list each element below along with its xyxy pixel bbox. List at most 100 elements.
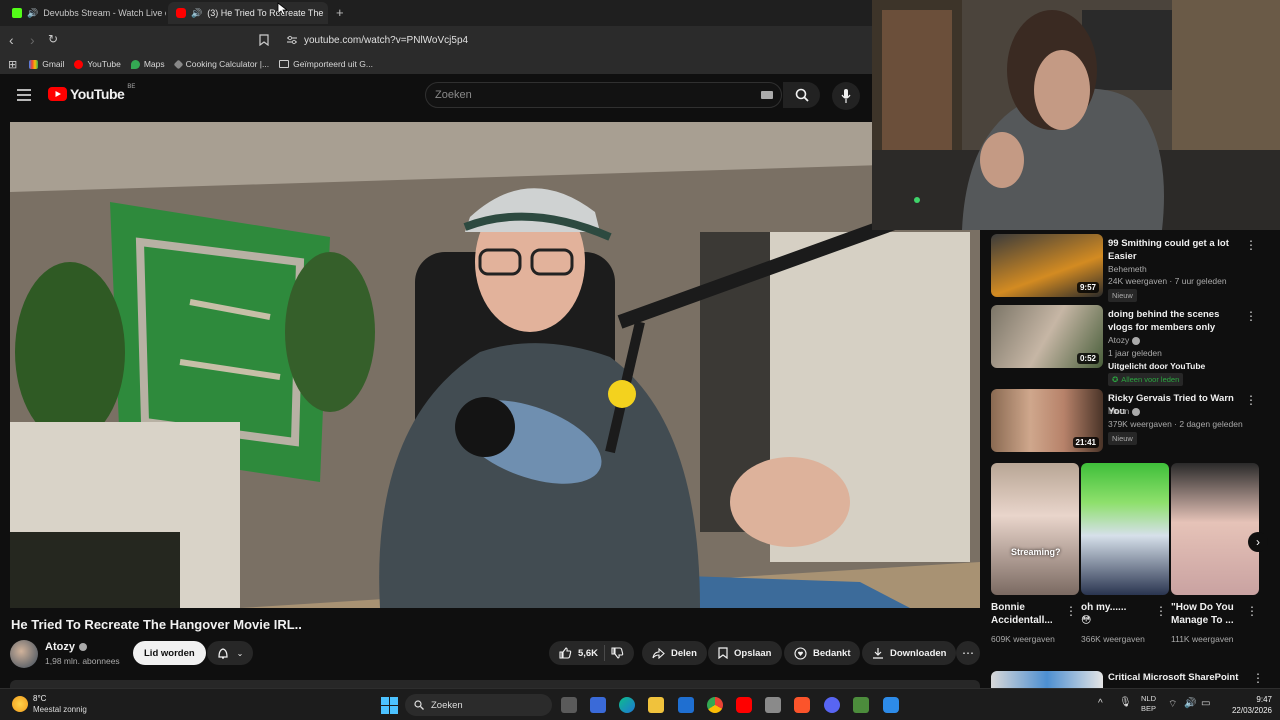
subscriber-count: 1,98 mln. abonnees [45, 656, 120, 666]
like-count[interactable]: 5,6K [578, 648, 598, 659]
bookmark-icon[interactable] [259, 34, 269, 46]
recommendation-item[interactable]: 0:52 doing behind the scenes vlogs for m… [991, 305, 1271, 386]
verified-icon [1131, 407, 1140, 416]
discord-icon[interactable] [824, 697, 840, 713]
description-box[interactable] [10, 680, 980, 688]
more-options-icon[interactable]: ⋮ [1245, 238, 1257, 252]
more-options-icon[interactable]: ⋮ [1155, 604, 1167, 618]
address-bar[interactable]: youtube.com/watch?v=PNlWoVcj5p4 [278, 30, 872, 50]
hamburger-menu-icon[interactable] [17, 89, 31, 101]
folder-icon [279, 60, 290, 68]
game-app-icon[interactable] [853, 697, 869, 713]
thumbs-down-icon[interactable] [611, 647, 624, 659]
language-indicator[interactable]: NLD BEP [1141, 694, 1156, 714]
recommendation-title[interactable]: Critical Microsoft SharePoint [1108, 672, 1238, 683]
featured-label: Uitgelicht door YouTube [1108, 361, 1206, 371]
notification-bell-button[interactable]: ⌄ [207, 641, 253, 665]
youtube-header: YouTube BE Zoeken [0, 74, 872, 118]
calculator-icon[interactable] [765, 697, 781, 713]
voice-search-button[interactable] [832, 82, 860, 110]
youtube-logo[interactable]: YouTube BE [48, 84, 135, 102]
video-meta: 1 jaar geleden [1108, 348, 1162, 358]
recommendation-item[interactable]: 9:57 99 Smithing could get a lot Easier … [991, 234, 1271, 302]
short-title[interactable]: "How Do You Manage To ... [1171, 601, 1241, 627]
more-options-icon[interactable]: ⋮ [1245, 393, 1257, 407]
tray-mic-icon[interactable]: 🎙 [1119, 697, 1132, 708]
video-player[interactable] [10, 122, 980, 608]
tray-chevron-up-icon[interactable]: ^ [1098, 698, 1103, 709]
back-icon[interactable]: ‹ [9, 32, 14, 48]
brave-icon[interactable] [794, 697, 810, 713]
save-playlist-icon [718, 647, 728, 659]
bookmark-maps[interactable]: Maps [130, 59, 165, 69]
keyboard-icon[interactable] [761, 91, 773, 99]
battery-icon[interactable]: ▭ [1201, 698, 1210, 709]
weather-text[interactable]: Meestal zonnig [33, 705, 87, 714]
store-icon[interactable] [590, 697, 606, 713]
more-options-icon[interactable]: ⋮ [1252, 671, 1264, 685]
search-input[interactable]: Zoeken [425, 82, 782, 108]
channel-name[interactable]: Atozy [45, 641, 87, 653]
search-icon [795, 88, 809, 102]
thanks-button[interactable]: Bedankt [784, 641, 861, 665]
more-actions-icon[interactable]: ⋯ [956, 641, 980, 665]
weather-sun-icon[interactable] [12, 696, 28, 712]
youtube-app-icon[interactable] [736, 697, 752, 713]
download-button[interactable]: Downloaden [862, 641, 957, 665]
chrome-icon[interactable] [707, 697, 723, 713]
edge-icon[interactable] [619, 697, 635, 713]
gmail-icon [29, 59, 39, 69]
short-thumbnail[interactable] [1081, 463, 1169, 595]
recommendation-title[interactable]: doing behind the scenes vlogs for member… [1108, 309, 1246, 334]
channel-name[interactable]: Behemeth [1108, 264, 1147, 274]
apps-grid-icon[interactable]: ⊞ [8, 58, 17, 71]
more-options-icon[interactable]: ⋮ [1065, 604, 1077, 618]
recommendation-title[interactable]: 99 Smithing could get a lot Easier [1108, 238, 1246, 263]
video-thumbnail[interactable]: 21:41 [991, 389, 1103, 452]
save-button[interactable]: Opslaan [708, 641, 782, 665]
recommendation-item[interactable]: 21:41 Ricky Gervais Tried to Warn You Mo… [991, 389, 1271, 453]
outlook-icon[interactable] [678, 697, 694, 713]
file-explorer-icon[interactable] [648, 697, 664, 713]
search-icon [414, 700, 424, 710]
search-button[interactable] [783, 82, 820, 108]
new-badge: Nieuw [1108, 289, 1137, 302]
new-tab-button[interactable]: + [336, 5, 344, 20]
short-thumbnail[interactable]: Streaming? [991, 463, 1079, 595]
forward-icon[interactable]: › [30, 32, 35, 48]
channel-name[interactable]: Moon [1108, 406, 1140, 416]
more-options-icon[interactable]: ⋮ [1245, 309, 1257, 323]
browser-tab-youtube[interactable]: 🔊 (3) He Tried To Recreate The ✕ [168, 2, 328, 24]
join-button[interactable]: Lid worden [133, 641, 206, 665]
browser-tab-devubbs[interactable]: 🔊 Devubbs Stream - Watch Live on [4, 2, 166, 24]
task-view-icon[interactable] [561, 697, 577, 713]
thumbs-up-icon[interactable] [559, 647, 572, 659]
bookmark-folder-imported[interactable]: Geïmporteerd uit G... [279, 59, 373, 69]
browser-tab-strip: 🔊 Devubbs Stream - Watch Live on 🔊 (3) H… [0, 0, 872, 26]
video-thumbnail[interactable]: 0:52 [991, 305, 1103, 368]
short-title[interactable]: oh my...... 😳 [1081, 601, 1151, 627]
clock[interactable]: 9:47 22/03/2026 [1220, 694, 1272, 716]
kick-icon [12, 8, 22, 18]
channel-name[interactable]: Atozy [1108, 335, 1140, 345]
bookmark-youtube[interactable]: YouTube [74, 59, 121, 69]
site-settings-icon[interactable] [286, 35, 298, 45]
video-thumbnail[interactable]: 9:57 [991, 234, 1103, 297]
reload-icon[interactable]: ↻ [48, 32, 58, 46]
bookmark-cooking-calculator[interactable]: Cooking Calculator |... [173, 59, 269, 69]
short-title[interactable]: Bonnie Accidentall... [991, 601, 1071, 627]
more-options-icon[interactable]: ⋮ [1246, 604, 1258, 618]
short-views: 366K weergaven [1081, 634, 1145, 644]
share-button[interactable]: Delen [642, 641, 707, 665]
video-thumbnail[interactable] [991, 671, 1103, 688]
volume-icon[interactable]: 🔊 [1184, 698, 1196, 709]
weather-temp[interactable]: 8°C [33, 694, 46, 703]
short-thumbnail[interactable] [1171, 463, 1259, 595]
shorts-next-arrow-icon[interactable]: › [1248, 532, 1268, 552]
windows-start-icon[interactable] [381, 697, 398, 714]
taskbar-search[interactable]: Zoeken [405, 694, 552, 716]
bookmark-gmail[interactable]: Gmail [29, 59, 64, 69]
wifi-icon[interactable]: ⌔ [1168, 698, 1177, 711]
channel-avatar[interactable] [10, 640, 38, 668]
app-icon[interactable] [883, 697, 899, 713]
